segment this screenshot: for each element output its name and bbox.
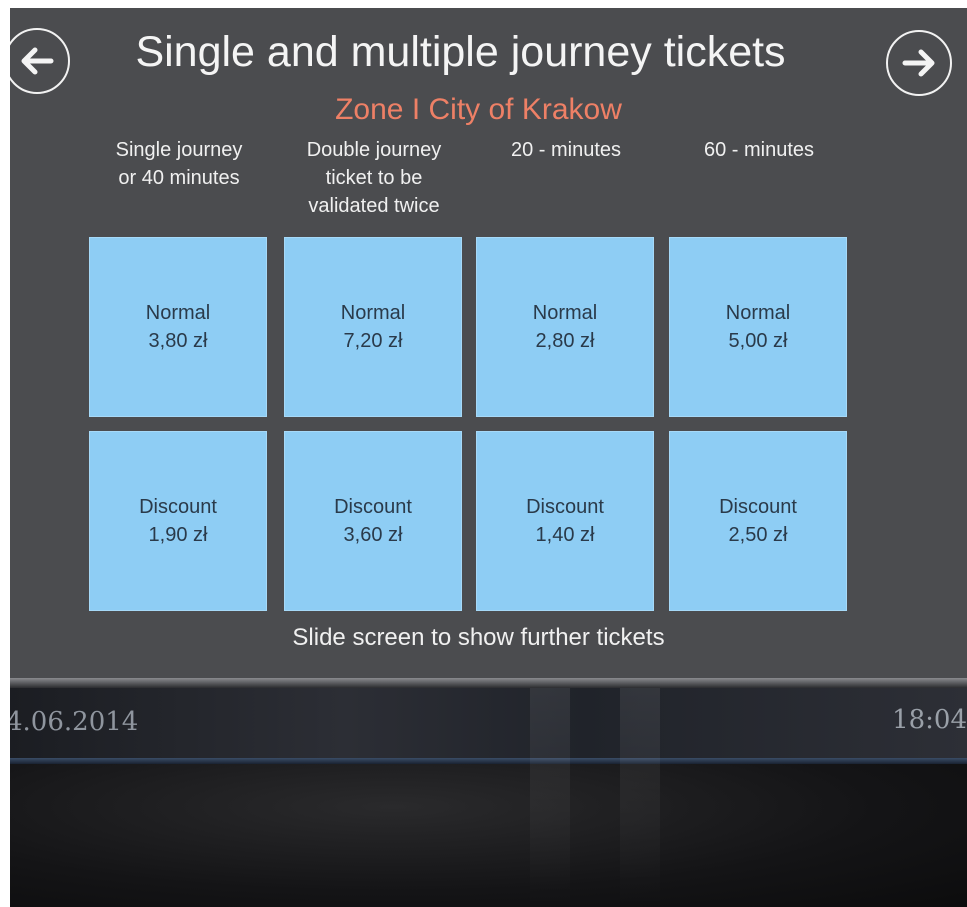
status-time: 18:04 [892, 705, 967, 735]
screen-bezel-edge [10, 678, 967, 688]
kiosk-display: Single and multiple journey tickets Zone… [10, 8, 967, 907]
lower-bezel [10, 764, 967, 907]
next-button[interactable] [886, 30, 952, 96]
fare-type: Discount [334, 496, 412, 518]
fare-type: Normal [145, 302, 211, 324]
column-label-single: Single journey or 40 minutes [115, 139, 243, 189]
arrow-right-icon [902, 49, 935, 77]
fare-type: Normal [725, 302, 791, 324]
fare-price: 2,50 zł [728, 524, 788, 546]
fare-type: Discount [719, 496, 797, 518]
ticket-discount-20min[interactable]: Discount 1,40 zł [476, 431, 654, 611]
fare-type: Normal [340, 302, 406, 324]
zone-subtitle: Zone I City of Krakow [335, 93, 622, 126]
ticket-normal-single[interactable]: Normal 3,80 zł [89, 237, 267, 417]
status-date: 4.06.2014 [10, 707, 139, 737]
ticket-screen: Single and multiple journey tickets Zone… [10, 8, 967, 678]
column-label-double: Double journey ticket to be validated tw… [306, 139, 442, 217]
fare-type: Discount [526, 496, 604, 518]
ticket-normal-20min[interactable]: Normal 2,80 zł [476, 237, 654, 417]
fare-price: 1,90 zł [148, 524, 208, 546]
fare-price: 3,80 zł [148, 330, 208, 352]
fare-price: 5,00 zł [728, 330, 788, 352]
screen-glare [620, 688, 660, 907]
column-label-20min: 20 - minutes [510, 139, 622, 161]
ticket-normal-60min[interactable]: Normal 5,00 zł [669, 237, 847, 417]
slide-hint: Slide screen to show further tickets [292, 624, 665, 651]
screen-glare [530, 688, 570, 907]
fare-type: Discount [139, 496, 217, 518]
page-title: Single and multiple journey tickets [135, 28, 786, 76]
status-bar: 4.06.2014 18:04 [10, 688, 967, 758]
ticket-normal-double[interactable]: Normal 7,20 zł [284, 237, 462, 417]
ticket-discount-single[interactable]: Discount 1,90 zł [89, 431, 267, 611]
fare-price: 7,20 zł [343, 330, 403, 352]
fare-price: 3,60 zł [343, 524, 403, 546]
column-label-60min: 60 - minutes [703, 139, 815, 161]
fare-price: 1,40 zł [535, 524, 595, 546]
fare-price: 2,80 zł [535, 330, 595, 352]
ticket-discount-60min[interactable]: Discount 2,50 zł [669, 431, 847, 611]
ticket-discount-double[interactable]: Discount 3,60 zł [284, 431, 462, 611]
fare-type: Normal [532, 302, 598, 324]
